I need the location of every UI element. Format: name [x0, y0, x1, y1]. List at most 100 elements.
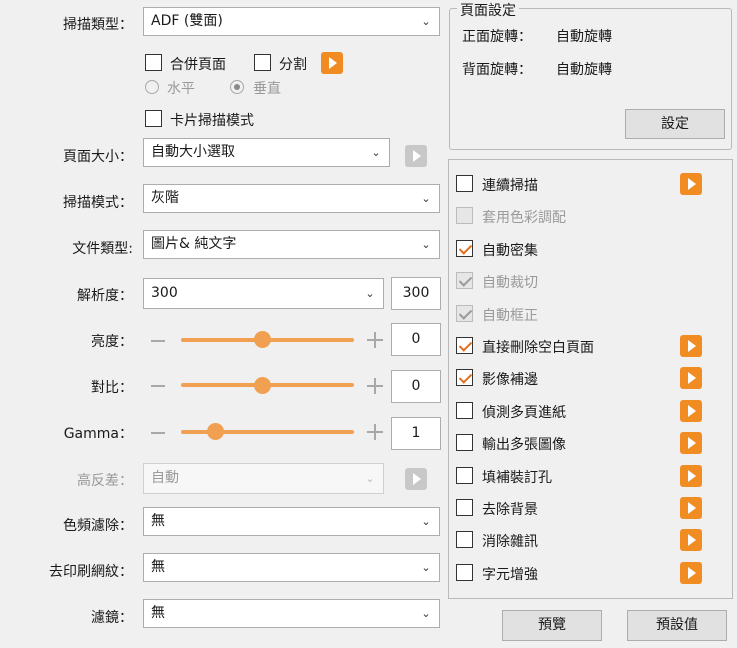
feature-checkbox[interactable]: [456, 369, 473, 386]
feature-label: 去除背景: [482, 502, 538, 518]
feature-row[interactable]: 影像補邊: [449, 367, 732, 392]
play-icon[interactable]: [680, 465, 702, 487]
feature-checkbox: [456, 305, 473, 322]
feature-checkbox[interactable]: [456, 467, 473, 484]
page-size-select[interactable]: 自動大小選取 ⌄: [143, 138, 390, 167]
card-mode-checkbox[interactable]: [145, 110, 162, 127]
page-setting-title: 頁面設定: [457, 0, 519, 20]
feature-label: 自動框正: [482, 308, 538, 324]
page-size-label: 頁面大小：: [63, 149, 133, 165]
feature-checkbox[interactable]: [456, 240, 473, 257]
contrast-number[interactable]: 0: [391, 370, 441, 403]
play-icon[interactable]: [680, 367, 702, 389]
feature-label: 自動密集: [482, 243, 538, 259]
merge-pages-label: 合併頁面: [170, 57, 226, 73]
feature-row[interactable]: 直接刪除空白頁面: [449, 335, 732, 360]
play-icon[interactable]: [680, 562, 702, 584]
feature-checkbox[interactable]: [456, 175, 473, 192]
preview-button[interactable]: 預覽: [502, 610, 602, 641]
play-icon[interactable]: [680, 173, 702, 195]
feature-label: 直接刪除空白頁面: [482, 340, 594, 356]
filter-select[interactable]: 無 ⌄: [143, 599, 440, 628]
chevron-down-icon: ⌄: [371, 146, 381, 159]
gamma-label: Gamma：: [63, 426, 133, 442]
play-icon[interactable]: [680, 529, 702, 551]
resolution-number[interactable]: 300: [391, 277, 441, 310]
contrast-slider-thumb[interactable]: [254, 377, 271, 394]
chevron-down-icon: ⌄: [421, 561, 431, 574]
feature-checkbox[interactable]: [456, 402, 473, 419]
chevron-down-icon: ⌄: [421, 515, 431, 528]
front-rotation-value: 自動旋轉: [556, 29, 612, 45]
filter-label: 濾鏡：: [91, 610, 133, 626]
play-icon[interactable]: [680, 400, 702, 422]
feature-label: 消除雜訊: [482, 534, 538, 550]
feature-label: 連續掃描: [482, 178, 538, 194]
plus-icon[interactable]: [367, 424, 383, 440]
gamma-number[interactable]: 1: [391, 417, 441, 450]
descreen-select[interactable]: 無 ⌄: [143, 553, 440, 582]
chevron-down-icon: ⌄: [421, 238, 431, 251]
front-rotation-label: 正面旋轉：: [462, 29, 532, 45]
feature-label: 影像補邊: [482, 372, 538, 388]
feature-checkbox[interactable]: [456, 434, 473, 451]
play-icon: [405, 468, 427, 490]
feature-row[interactable]: 輸出多張圖像: [449, 432, 732, 457]
feature-checkbox: [456, 272, 473, 289]
resolution-value: 300: [151, 285, 178, 301]
plus-icon[interactable]: [367, 378, 383, 394]
chevron-down-icon: ⌄: [365, 287, 375, 300]
split-checkbox[interactable]: [254, 54, 271, 71]
brightness-slider-thumb[interactable]: [254, 331, 271, 348]
color-dropout-select[interactable]: 無 ⌄: [143, 507, 440, 536]
feature-label: 自動裁切: [482, 275, 538, 291]
feature-row: 自動框正: [449, 304, 732, 328]
merge-pages-checkbox[interactable]: [145, 54, 162, 71]
feature-row[interactable]: 自動密集: [449, 239, 732, 263]
feature-label: 偵測多頁進紙: [482, 405, 566, 421]
feature-label: 套用色彩調配: [482, 210, 566, 226]
features-group: 連續掃描套用色彩調配 自動密集自動裁切自動框正直接刪除空白頁面 影像補邊偵測多頁進紙…: [448, 159, 733, 599]
feature-checkbox[interactable]: [456, 499, 473, 516]
brightness-number[interactable]: 0: [391, 323, 441, 356]
feature-label: 字元增強: [482, 567, 538, 583]
feature-row[interactable]: 消除雜訊: [449, 529, 732, 554]
feature-row[interactable]: 填補裝訂孔: [449, 465, 732, 490]
vertical-radio[interactable]: [230, 80, 244, 94]
brightness-label: 亮度：: [91, 334, 133, 350]
minus-icon[interactable]: [151, 340, 165, 342]
chevron-down-icon: ⌄: [365, 472, 375, 485]
doc-type-select[interactable]: 圖片& 純文字 ⌄: [143, 230, 440, 259]
feature-row[interactable]: 連續掃描: [449, 173, 732, 198]
page-setting-button[interactable]: 設定: [625, 109, 725, 139]
feature-row[interactable]: 偵測多頁進紙: [449, 400, 732, 425]
defaults-button[interactable]: 預設值: [627, 610, 727, 641]
resolution-select[interactable]: 300 ⌄: [143, 278, 384, 309]
back-rotation-value: 自動旋轉: [556, 62, 612, 78]
descreen-label: 去印刷網紋：: [49, 564, 133, 580]
horizontal-radio[interactable]: [145, 80, 159, 94]
play-icon[interactable]: [321, 52, 343, 74]
descreen-value: 無: [151, 559, 165, 575]
scan-type-select[interactable]: ADF (雙面) ⌄: [143, 7, 440, 36]
scan-mode-select[interactable]: 灰階 ⌄: [143, 184, 440, 213]
feature-checkbox[interactable]: [456, 564, 473, 581]
scan-type-value: ADF (雙面): [151, 13, 223, 29]
minus-icon[interactable]: [151, 385, 165, 387]
play-icon[interactable]: [680, 335, 702, 357]
gamma-slider-thumb[interactable]: [207, 423, 224, 440]
chevron-down-icon: ⌄: [421, 607, 431, 620]
feature-row[interactable]: 去除背景: [449, 497, 732, 522]
feature-row[interactable]: 字元增強: [449, 562, 732, 587]
plus-icon[interactable]: [367, 332, 383, 348]
high-contrast-select: 自動 ⌄: [143, 463, 384, 494]
feature-checkbox[interactable]: [456, 337, 473, 354]
feature-checkbox[interactable]: [456, 531, 473, 548]
play-icon[interactable]: [680, 432, 702, 454]
minus-icon[interactable]: [151, 432, 165, 434]
feature-row: 套用色彩調配: [449, 206, 732, 230]
horizontal-label: 水平: [167, 81, 195, 97]
color-dropout-label: 色頻濾除：: [63, 518, 133, 534]
scan-type-label: 掃描類型：: [63, 17, 133, 33]
play-icon[interactable]: [680, 497, 702, 519]
